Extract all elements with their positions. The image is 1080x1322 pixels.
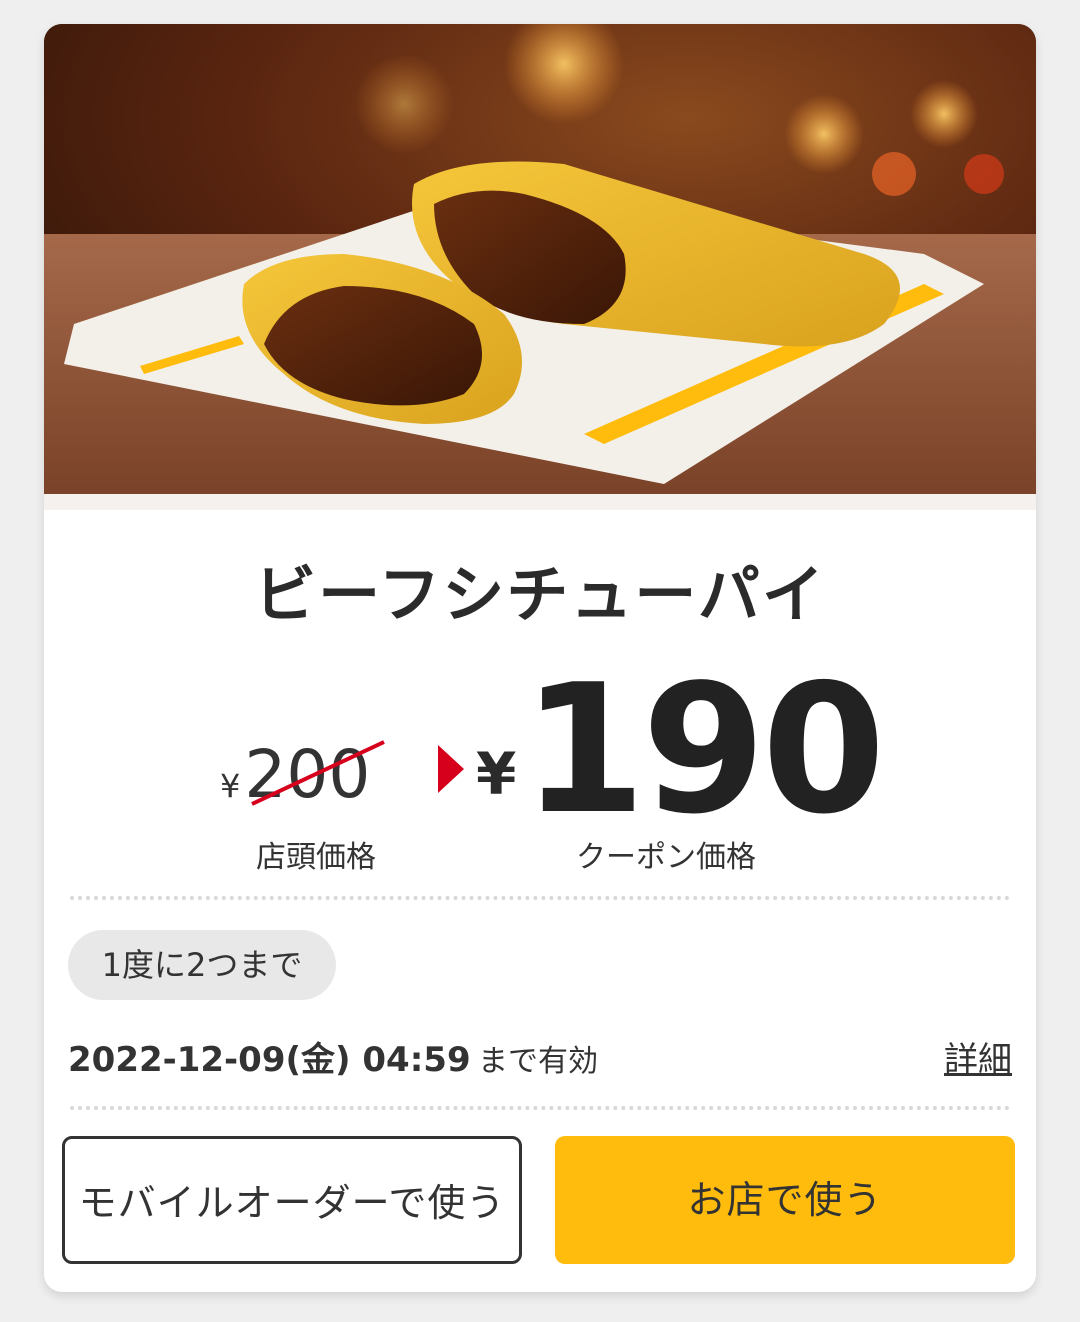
coupon-card: ビーフシチューパイ ¥200 店頭価格 ¥ 190 クーポン価格 1度に2つまで…: [44, 24, 1036, 1292]
strikethrough-line: [251, 740, 385, 806]
limit-badge: 1度に2つまで: [68, 930, 336, 1000]
dotted-divider: [70, 896, 1010, 900]
coupon-price-value: 190: [522, 646, 886, 853]
expiry-suffix: まで有効: [478, 1044, 598, 1079]
mobile-order-button[interactable]: モバイルオーダーで使う: [62, 1136, 522, 1264]
coupon-price-label: クーポン価格: [576, 840, 756, 875]
photo-divider: [44, 494, 1036, 510]
details-link[interactable]: 詳細: [944, 1032, 1012, 1081]
arrow-right-icon: [438, 745, 464, 793]
dotted-divider: [70, 1106, 1010, 1110]
expiry-date: 2022-12-09(金) 04:59: [68, 1040, 471, 1080]
store-price-label: 店頭価格: [256, 840, 376, 875]
store-price-currency: ¥: [220, 767, 241, 805]
use-in-store-button[interactable]: お店で使う: [555, 1136, 1015, 1264]
product-photo: [44, 24, 1036, 494]
product-name: ビーフシチューパイ: [254, 558, 826, 631]
coupon-price-currency: ¥: [476, 740, 517, 808]
